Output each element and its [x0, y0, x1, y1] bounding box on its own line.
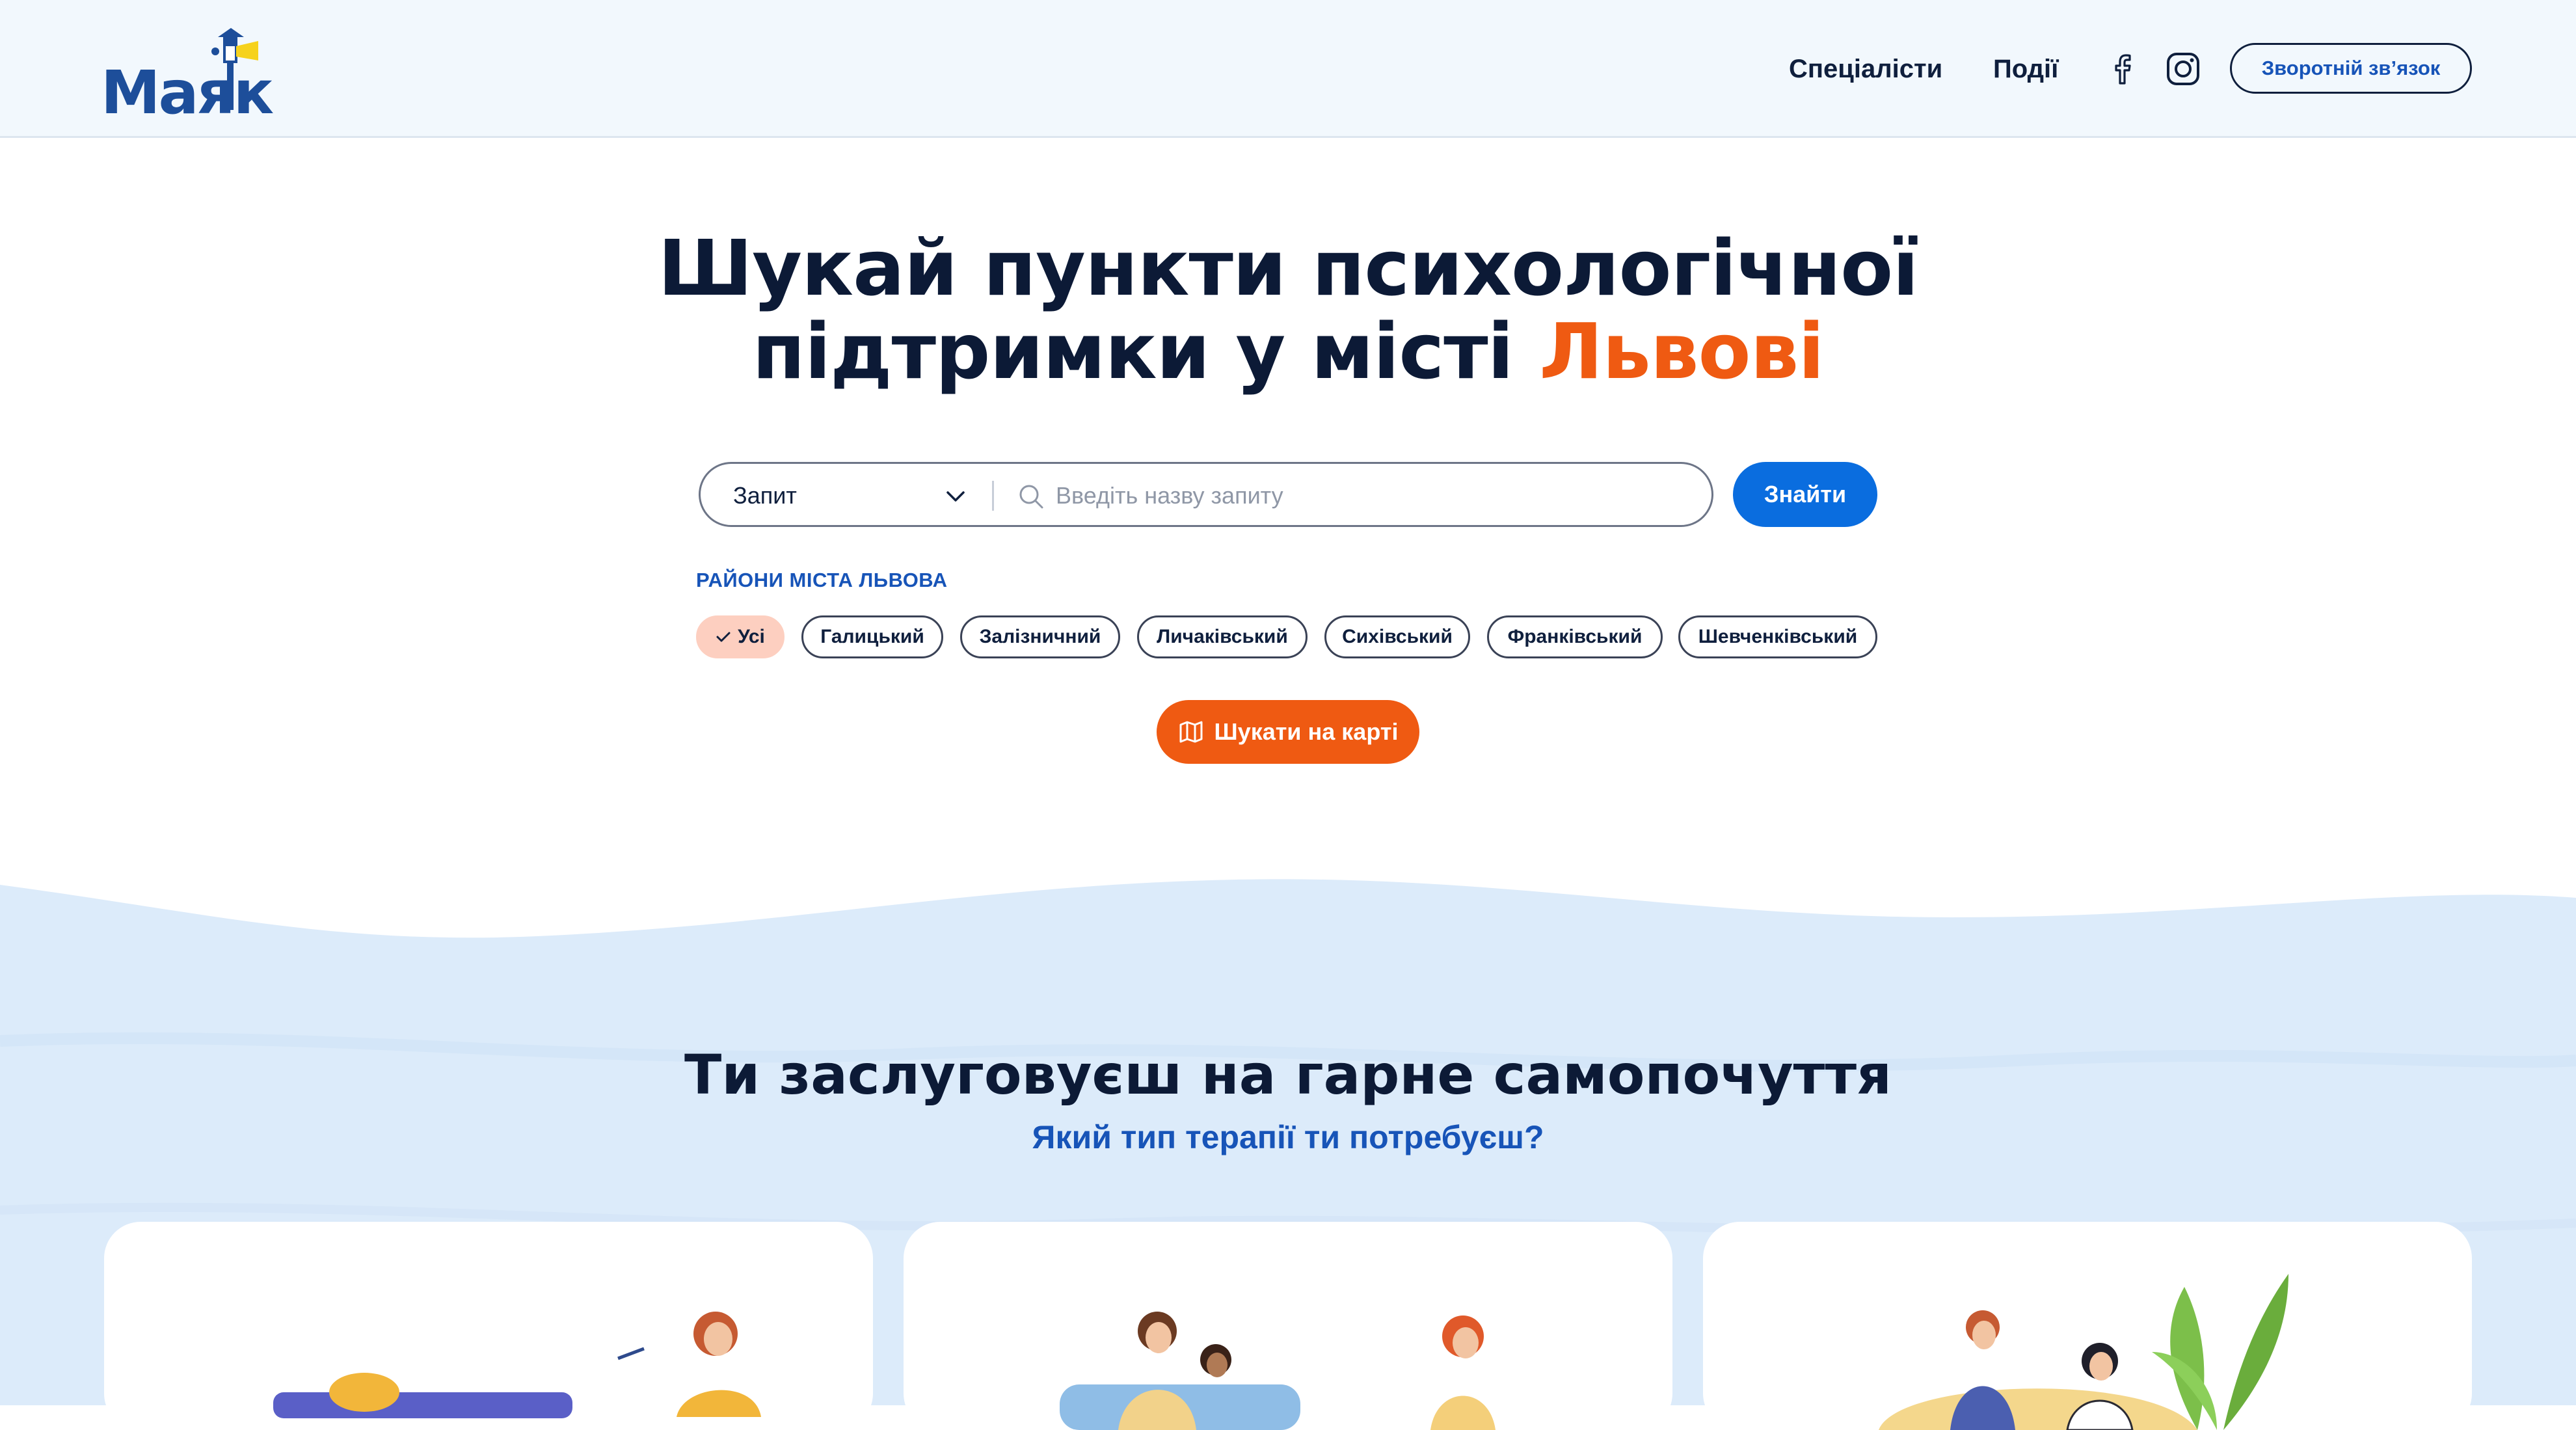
page-title: Шукай пункти психологічної підтримки у м…: [0, 226, 2576, 393]
therapy-card-individual[interactable]: [104, 1222, 873, 1430]
check-icon: [716, 632, 731, 642]
nav-specialists[interactable]: Спеціалісти: [1789, 52, 1942, 86]
therapy-subtitle: Який тип терапії ти потребуєш?: [1032, 1119, 1544, 1155]
logo[interactable]: Маяк: [101, 23, 274, 123]
request-select[interactable]: Запит: [733, 482, 797, 509]
search-bar: Запит: [699, 462, 1713, 527]
page-title-line1: Шукай пункти психологічної: [658, 223, 1918, 313]
chip-lychakivskyi[interactable]: Личаківський: [1137, 615, 1308, 658]
chip-label: Франківський: [1507, 626, 1643, 647]
therapy-illustration: [273, 1312, 761, 1418]
chip-all[interactable]: Усі: [696, 615, 785, 658]
chip-frankivskyi[interactable]: Франківський: [1487, 615, 1663, 658]
search-input[interactable]: [1054, 477, 1682, 515]
page-title-city: Львові: [1539, 306, 1824, 396]
therapy-card-group[interactable]: [1703, 1222, 2472, 1430]
therapy-card-family[interactable]: [904, 1222, 1672, 1430]
contact-button[interactable]: Зворотній зв’язок: [2230, 43, 2472, 94]
page-title-line2-text: підтримки у місті: [752, 306, 1540, 396]
search-icon: [1019, 485, 1043, 509]
chip-label: Залізничний: [979, 626, 1101, 647]
districts-label: РАЙОНИ МІСТА ЛЬВОВА: [696, 569, 948, 591]
chip-sykhivskyi[interactable]: Сихівський: [1324, 615, 1470, 658]
chip-shevchenkivskyi[interactable]: Шевченківський: [1678, 615, 1877, 658]
instagram-icon[interactable]: [2164, 49, 2203, 88]
lighthouse-icon: [211, 28, 258, 110]
chip-label: Сихівський: [1342, 626, 1453, 647]
search-divider: [992, 481, 994, 511]
chip-halytskyi[interactable]: Галицький: [801, 615, 943, 658]
chip-label: Галицький: [820, 626, 924, 647]
find-button[interactable]: Знайти: [1733, 462, 1877, 527]
map-icon: [1179, 721, 1203, 743]
therapy-illustration: [1060, 1312, 1496, 1430]
chip-zaliznychnyi[interactable]: Залізничний: [960, 615, 1120, 658]
chevron-down-icon[interactable]: [943, 483, 969, 509]
page-title-line2: підтримки у місті Львові: [0, 310, 2576, 393]
facebook-icon[interactable]: [2102, 49, 2141, 88]
chip-label: Личаківський: [1157, 626, 1288, 647]
chip-label: Шевченківський: [1698, 626, 1858, 647]
therapy-title: Ти заслуговуєш на гарне самопочуття: [684, 1043, 1892, 1107]
search-on-map-button[interactable]: Шукати на карті: [1157, 700, 1419, 764]
map-button-label: Шукати на карті: [1214, 718, 1399, 745]
nav-events[interactable]: Події: [1993, 52, 2058, 86]
therapy-illustration: [1879, 1274, 2288, 1430]
site-header: Маяк Спеціалісти Події Зворотній зв’язок: [0, 0, 2576, 138]
chip-label: Усі: [738, 626, 765, 647]
